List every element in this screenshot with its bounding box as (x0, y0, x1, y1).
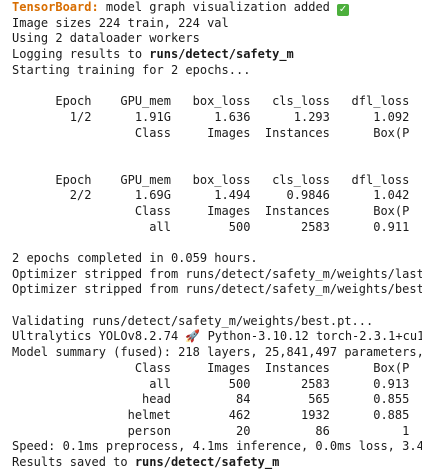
validation-row-all: all 500 2583 0.913 (12, 376, 410, 391)
console-output: TensorBoard: model graph visualization a… (12, 0, 422, 471)
model-summary-line: Model summary (fused): 218 layers, 25,84… (12, 345, 422, 360)
validation-table-header: Class Images Instances Box(P (12, 360, 410, 375)
epoch1-values: 1/2 1.91G 1.636 1.293 1.092 (12, 109, 410, 124)
logging-prefix: Logging results to (12, 47, 150, 62)
optimizer-last-line: Optimizer stripped from runs/detect/safe… (12, 266, 422, 281)
image-sizes-line: Image sizes 224 train, 224 val (12, 15, 229, 30)
python-torch-version: Python-3.10.12 torch-2.3.1+cu12 (200, 329, 422, 344)
logging-line: Logging results to runs/detect/safety_m (12, 47, 422, 63)
ultralytics-version: Ultralytics YOLOv8.2.74 (12, 329, 186, 344)
results-path: runs/detect/safety_m (134, 454, 280, 469)
starting-training-line: Starting training for 2 epochs... (12, 62, 251, 77)
rocket-icon: 🚀 (185, 329, 201, 344)
epoch2-class-header: Class Images Instances Box(P (12, 203, 410, 218)
epoch2-header: Epoch GPU_mem box_loss cls_loss dfl_loss… (12, 172, 422, 187)
validating-line: Validating runs/detect/safety_m/weights/… (12, 313, 374, 328)
ultralytics-line: Ultralytics YOLOv8.2.74 🚀 Python-3.10.12… (12, 329, 422, 345)
epoch1-class-header: Class Images Instances Box(P (12, 125, 410, 140)
validation-row-helmet: helmet 462 1932 0.885 (12, 407, 410, 422)
validation-row-head: head 84 565 0.855 (12, 392, 410, 407)
epoch2-values: 2/2 1.69G 1.494 0.9846 1.042 (12, 188, 410, 203)
results-prefix: Results saved to (12, 454, 135, 469)
epoch1-header: Epoch GPU_mem box_loss cls_loss dfl_loss… (12, 94, 422, 109)
tensorboard-line: TensorBoard: model graph visualization a… (12, 0, 422, 16)
speed-line: Speed: 0.1ms preprocess, 4.1ms inference… (12, 439, 422, 454)
validation-row-person: person 20 86 1 (12, 423, 410, 438)
tensorboard-message: model graph visualization added (98, 0, 338, 14)
logging-path: runs/detect/safety_m (149, 47, 294, 62)
check-mark-icon: ✓ (337, 4, 350, 16)
tensorboard-label: TensorBoard: (12, 0, 99, 14)
dataloader-line: Using 2 dataloader workers (12, 31, 200, 46)
results-saved-line: Results saved to runs/detect/safety_m (12, 455, 422, 471)
epochs-completed-line: 2 epochs completed in 0.059 hours. (12, 251, 258, 265)
epoch2-all-row: all 500 2583 0.911 (12, 219, 410, 234)
optimizer-best-line: Optimizer stripped from runs/detect/safe… (12, 282, 422, 297)
